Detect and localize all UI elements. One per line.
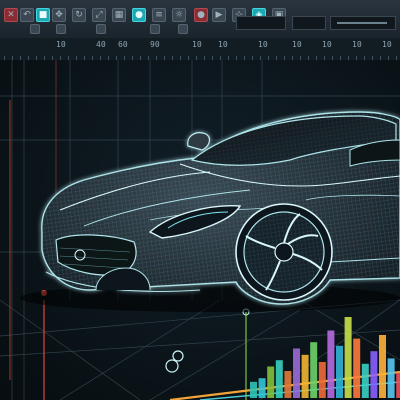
- ruler-tick: 10: [322, 40, 332, 49]
- layers-icon[interactable]: ≡: [152, 8, 166, 22]
- toolbar-slider[interactable]: [330, 16, 396, 30]
- ruler-tick: 10: [56, 40, 66, 49]
- bar-chart-bar: [250, 381, 257, 398]
- bar-chart-bar: [336, 345, 343, 398]
- bar-chart-bar: [327, 330, 335, 398]
- mini-bar-chart: [250, 317, 400, 398]
- toggle-icon[interactable]: [178, 24, 188, 34]
- toolbar-secondary-field[interactable]: [292, 16, 326, 30]
- bar-chart-bar: [387, 358, 395, 398]
- cad-app-window: ✕ ↶ ■ ✥ ↻ ⤢ ▦ ● ≡ ☼ ● ▶ ⊹ ◈ ▣ 10 40 60 9…: [0, 0, 400, 400]
- bar-chart-bar: [284, 371, 292, 398]
- rotate-icon[interactable]: ↻: [72, 8, 86, 22]
- more-icon[interactable]: [96, 24, 106, 34]
- car-wireframe-model: [41, 111, 400, 305]
- toolbar-input-field[interactable]: [236, 16, 286, 30]
- scale-icon[interactable]: ⤢: [92, 8, 106, 22]
- main-toolbar: ✕ ↶ ■ ✥ ↻ ⤢ ▦ ● ≡ ☼ ● ▶ ⊹ ◈ ▣: [0, 0, 400, 39]
- render-icon[interactable]: ▶: [212, 8, 226, 22]
- bar-chart-bar: [293, 348, 300, 398]
- bar-chart-bar: [318, 362, 326, 398]
- ruler-tick: 10: [382, 40, 392, 49]
- light-icon[interactable]: ☼: [172, 8, 186, 22]
- close-icon[interactable]: ✕: [4, 8, 18, 22]
- ruler-tick: 60: [118, 40, 128, 49]
- cube-icon[interactable]: ■: [36, 8, 50, 22]
- 3d-viewport[interactable]: [0, 60, 400, 400]
- gizmo-icon: [165, 359, 179, 373]
- filter-icon[interactable]: [150, 24, 160, 34]
- viewport-canvas: [0, 60, 400, 400]
- bar-chart-bar: [361, 363, 369, 398]
- ruler-tick: 40: [96, 40, 106, 49]
- camera-icon[interactable]: ●: [132, 8, 146, 22]
- bar-chart-bar: [310, 342, 318, 398]
- undo-icon[interactable]: ↶: [20, 8, 34, 22]
- ruler-tick: 10: [292, 40, 302, 49]
- bar-chart-bar: [275, 360, 283, 398]
- bar-chart-bar: [267, 366, 275, 398]
- settings-icon[interactable]: [56, 24, 66, 34]
- ruler-tick: 10: [258, 40, 268, 49]
- bar-chart-bar: [301, 354, 309, 398]
- front-wheel: [235, 203, 333, 301]
- move-icon[interactable]: ✥: [52, 8, 66, 22]
- bar-chart-bar: [344, 317, 352, 398]
- bar-chart-bar: [258, 378, 266, 398]
- bar-chart-bar: [396, 372, 400, 398]
- bar-chart-bar: [379, 335, 386, 398]
- grid-icon[interactable]: ▦: [112, 8, 126, 22]
- top-ruler[interactable]: 10 40 60 90 10 10 10 10 10 10 10: [0, 38, 400, 61]
- ruler-tick: 10: [192, 40, 202, 49]
- record-icon[interactable]: ●: [194, 8, 208, 22]
- ruler-tick: 90: [150, 40, 160, 49]
- bar-chart-bar: [353, 338, 361, 398]
- view-icon[interactable]: [30, 24, 40, 34]
- bar-chart-bar: [370, 351, 378, 398]
- ruler-tick: 10: [218, 40, 228, 49]
- ruler-tick: 10: [352, 40, 362, 49]
